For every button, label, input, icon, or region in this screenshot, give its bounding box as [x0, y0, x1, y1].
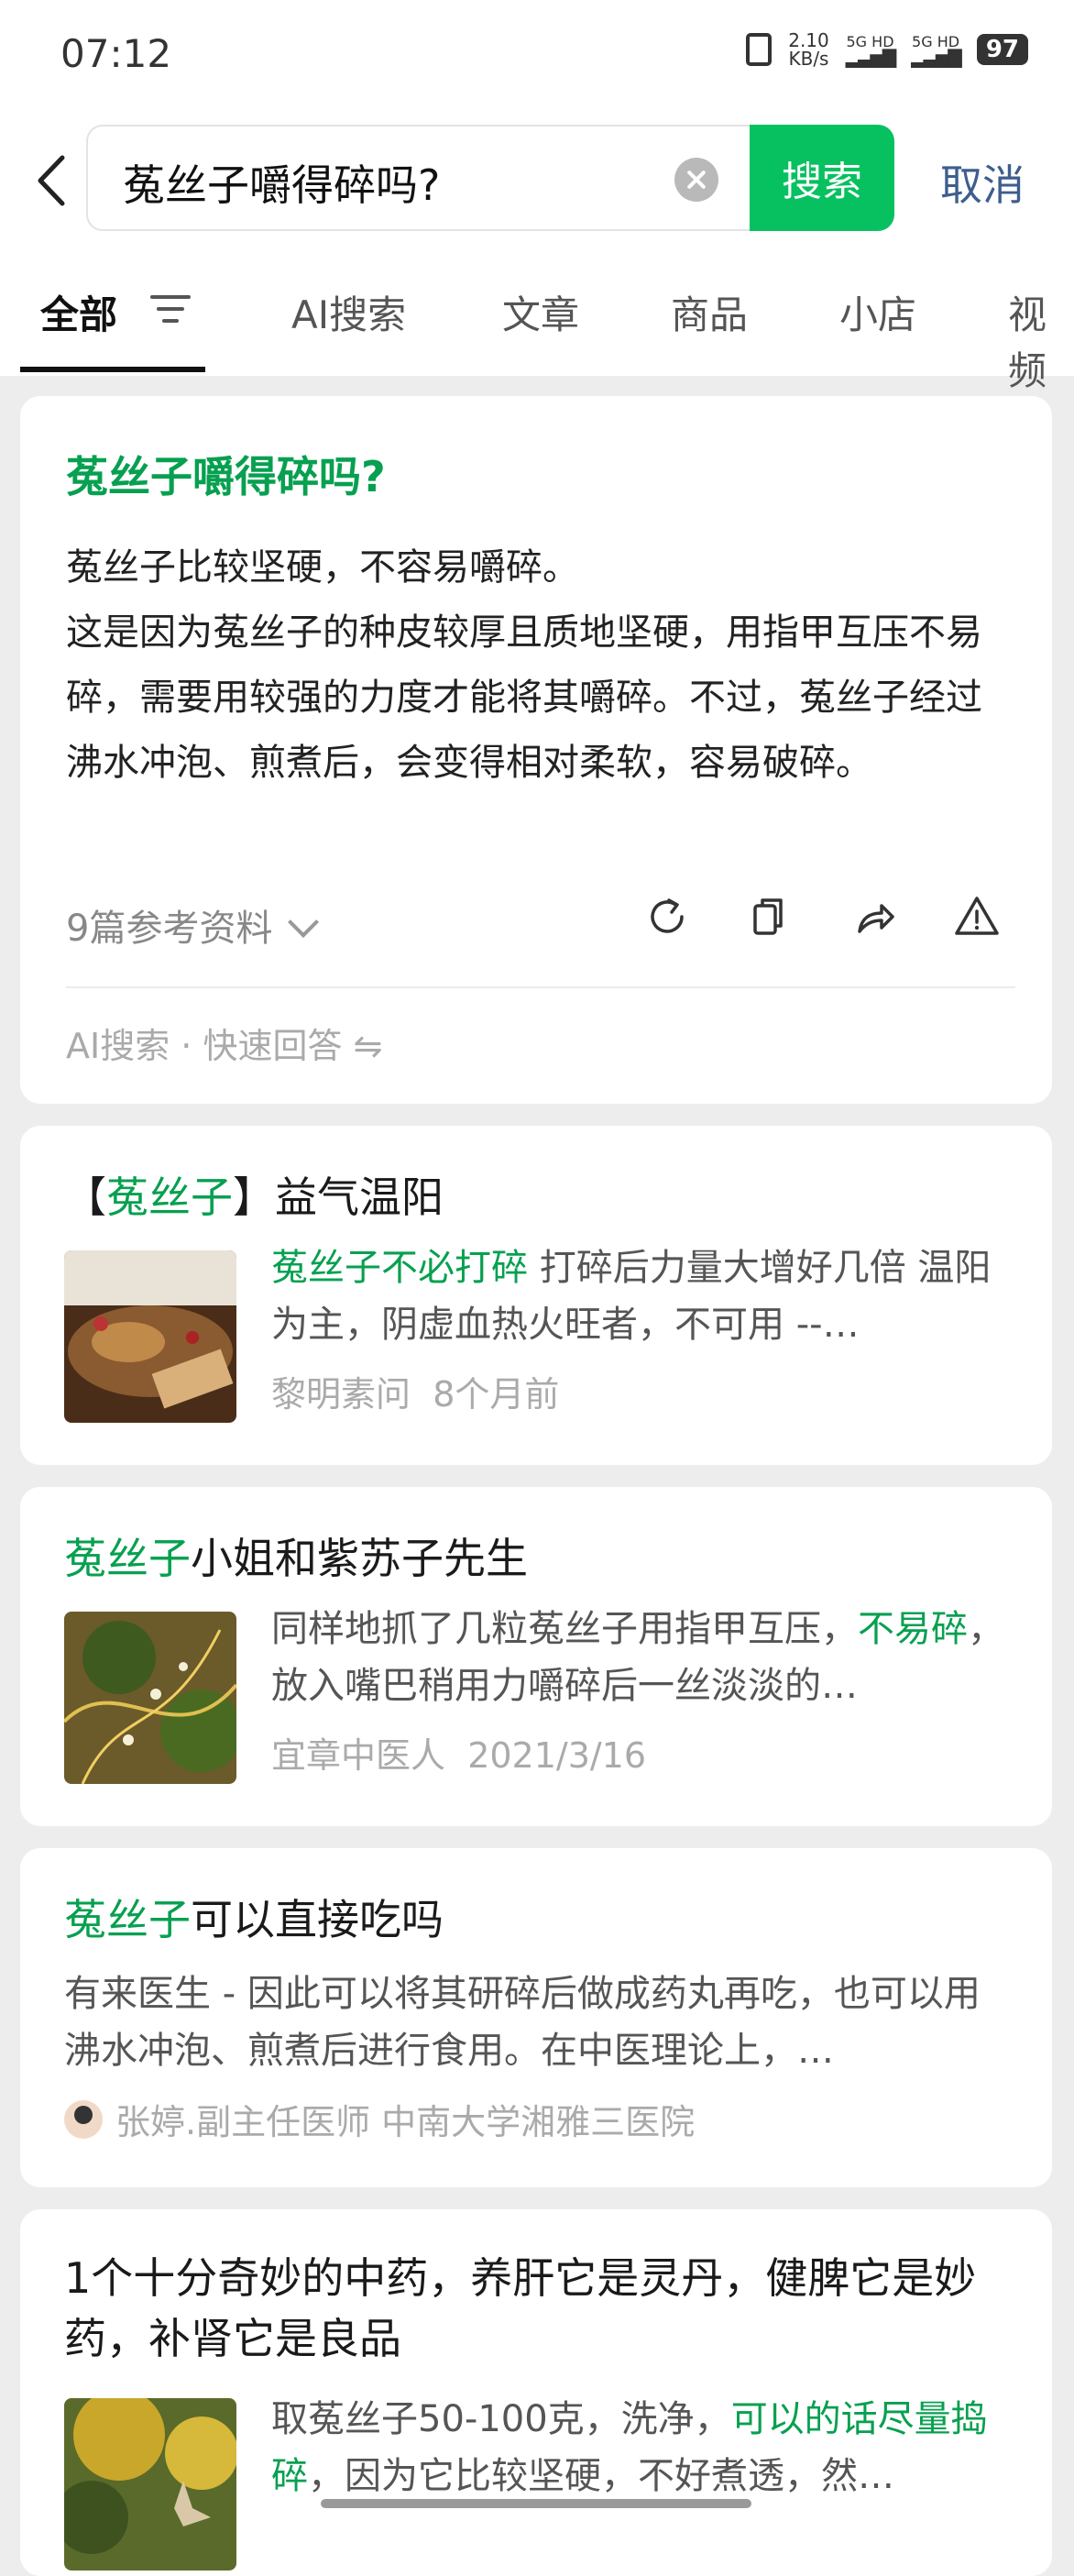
tab-shops[interactable]: 小店 — [839, 284, 916, 340]
result-title[interactable]: 【菟丝子】益气温阳 — [64, 1164, 444, 1225]
result-source: 黎明素问 — [271, 1374, 411, 1415]
result-card[interactable]: 【菟丝子】益气温阳 菟丝子不必打碎 打碎后力量大增好几倍 温阳为主，阴虚血热火旺… — [20, 1126, 1052, 1465]
network-speed-unit: KB/s — [788, 48, 829, 70]
references-label: 9篇参考资料 — [66, 908, 273, 950]
result-card[interactable]: 1个十分奇妙的中药，养肝它是灵丹，健脾它是妙药，补肾它是良品 取菟丝子50-10… — [20, 2209, 1052, 2576]
report-warning-icon[interactable] — [951, 891, 1003, 942]
result-meta: 黎明素问 8个月前 — [271, 1366, 559, 1416]
result-snippet: 同样地抓了几粒菟丝子用指甲互压，不易碎，放入嘴巴稍用力嚼碎后一丝淡淡的… — [271, 1608, 1004, 1707]
result-meta: 宜章中医人 2021/3/16 — [271, 1727, 646, 1778]
result-snippet: 有来医生 - 因此可以将其研碎后做成药丸再吃，也可以用沸水冲泡、煎煮后进行食用。… — [64, 1973, 981, 2072]
result-title[interactable]: 1个十分奇妙的中药，养肝它是灵丹，健脾它是妙药，补肾它是良品 — [64, 2248, 1017, 2369]
avatar — [64, 2099, 103, 2139]
battery-icon: 97 — [976, 34, 1028, 65]
back-arrow-icon[interactable] — [29, 149, 75, 213]
result-snippet: 菟丝子不必打碎 打碎后力量大增好几倍 温阳为主，阴虚血热火旺者，不可用 --… — [271, 1247, 992, 1346]
references-toggle[interactable]: 9篇参考资料 — [66, 898, 320, 952]
result-card[interactable]: 菟丝子小姐和紫苏子先生 同样地抓了几粒菟丝子用指甲互压，不易碎，放入嘴巴稍用力嚼… — [20, 1487, 1052, 1826]
result-meta: 张婷.副主任医师 中南大学湘雅三医院 — [64, 2094, 695, 2144]
result-author: 张婷.副主任医师 中南大学湘雅三医院 — [115, 2102, 696, 2142]
ai-answer-line1: 菟丝子比较坚硬，不容易嚼碎。 — [66, 546, 579, 589]
status-bar: 07:12 2.10 KB/s 5G HD ▂▃▅▇ 5G HD ▂▃▅▇ 97 — [0, 0, 1074, 110]
chevron-down-icon — [288, 907, 320, 938]
cancel-button[interactable]: 取消 — [940, 152, 1025, 213]
signal-icon: 5G HD ▂▃▅▇ — [845, 33, 897, 68]
status-icons: 2.10 KB/s 5G HD ▂▃▅▇ 5G HD ▂▃▅▇ 97 — [746, 31, 1028, 68]
clear-icon[interactable] — [674, 158, 718, 202]
ai-answer-line2: 这是因为菟丝子的种皮较厚且质地坚硬，用指甲互压不易碎，需要用较强的力度才能将其嚼… — [66, 611, 982, 784]
result-card[interactable]: 菟丝子可以直接吃吗 有来医生 - 因此可以将其研碎后做成药丸再吃，也可以用沸水冲… — [20, 1848, 1052, 2187]
result-date: 2021/3/16 — [467, 1735, 647, 1776]
search-button[interactable]: 搜索 — [750, 125, 894, 231]
active-tab-indicator — [20, 367, 205, 372]
signal-icon-2: 5G HD ▂▃▅▇ — [911, 33, 962, 68]
network-speed: 2.10 KB/s — [788, 31, 829, 68]
ai-answer-title[interactable]: 菟丝子嚼得碎吗? — [66, 444, 386, 504]
search-bar: 菟丝子嚼得碎吗? 搜索 取消 — [0, 110, 1074, 248]
result-thumbnail[interactable] — [64, 1250, 236, 1423]
tab-products[interactable]: 商品 — [671, 284, 748, 340]
refresh-icon[interactable] — [641, 891, 693, 942]
result-title[interactable]: 菟丝子可以直接吃吗 — [64, 1887, 444, 1947]
ai-answer-body: 菟丝子比较坚硬，不容易嚼碎。 这是因为菟丝子的种皮较厚且质地坚硬，用指甲互压不易… — [66, 535, 1015, 796]
search-input[interactable]: 菟丝子嚼得碎吗? 搜索 — [86, 125, 894, 231]
filter-icon[interactable] — [150, 295, 191, 326]
ai-answer-card: 菟丝子嚼得碎吗? 菟丝子比较坚硬，不容易嚼碎。 这是因为菟丝子的种皮较厚且质地坚… — [20, 396, 1052, 1104]
network-speed-value: 2.10 — [788, 29, 829, 51]
result-source: 宜章中医人 — [271, 1735, 446, 1776]
tab-ai-search[interactable]: AI搜索 — [291, 284, 406, 340]
copy-icon[interactable] — [744, 891, 795, 942]
tab-videos[interactable]: 视频 — [1008, 284, 1074, 396]
clock: 07:12 — [60, 31, 172, 76]
result-thumbnail[interactable] — [64, 1612, 236, 1784]
search-query[interactable]: 菟丝子嚼得碎吗? — [123, 152, 440, 213]
tab-bar: 全部 AI搜索 文章 商品 小店 视频 — [0, 248, 1074, 393]
result-snippet: 取菟丝子50-100克，洗净，可以的话尽量捣碎，因为它比较坚硬，不好煮透，然… — [271, 2398, 988, 2497]
result-date: 8个月前 — [433, 1374, 560, 1415]
tab-all[interactable]: 全部 — [40, 284, 117, 340]
tab-articles[interactable]: 文章 — [502, 284, 579, 340]
divider — [66, 986, 1015, 988]
result-title[interactable]: 菟丝子小姐和紫苏子先生 — [64, 1525, 528, 1586]
ai-answer-footer[interactable]: AI搜索 · 快速回答 ⇋ — [66, 1018, 382, 1068]
vibrate-icon — [746, 33, 773, 66]
home-indicator[interactable] — [321, 2499, 751, 2508]
result-thumbnail[interactable] — [64, 2398, 236, 2570]
share-icon[interactable] — [849, 891, 900, 942]
